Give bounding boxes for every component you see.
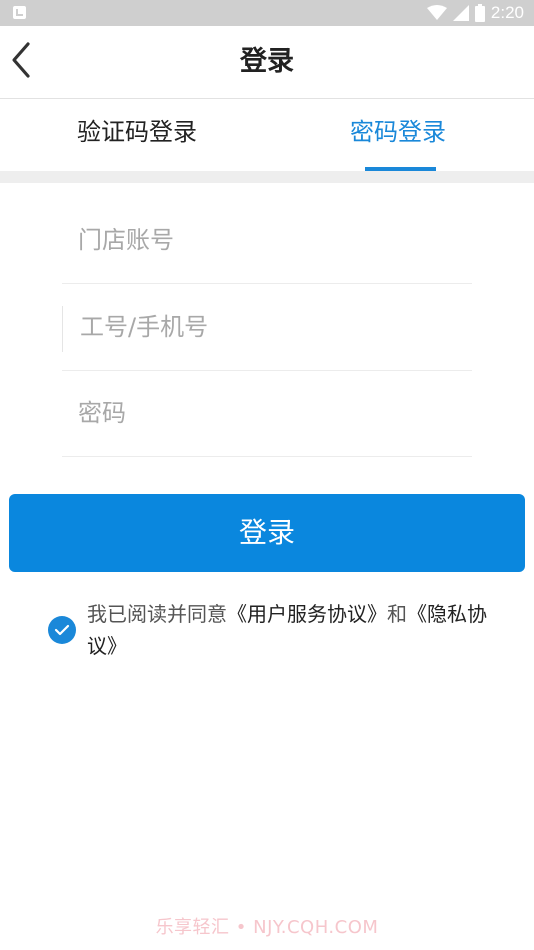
field-divider [62,306,63,352]
status-icons: 2:20 [426,0,524,26]
agreement-checkbox[interactable] [48,616,76,644]
battery-icon [474,4,485,22]
agreement-conjunction: 和 [387,602,407,626]
store-account-input[interactable] [78,197,458,283]
section-divider [0,171,534,183]
check-icon [54,624,70,636]
watermark: 乐享轻汇 • NJY.CQH.COM [155,917,379,938]
login-button[interactable]: 登录 [9,494,525,572]
tab-sms-code-login[interactable]: 验证码登录 [77,99,197,171]
status-bar: 2:20 [0,0,534,26]
user-agreement-link[interactable]: 《用户服务协议》 [227,602,387,626]
status-time: 2:20 [490,3,524,22]
employee-id-field [62,284,472,371]
agreement-prefix: 我已阅读并同意 [87,602,227,626]
signal-icon [452,5,469,21]
tab-password-login[interactable]: 密码登录 [350,99,446,171]
password-field [62,370,472,457]
password-input[interactable] [78,370,458,456]
notification-icon [13,6,26,19]
header: 登录 [0,26,534,99]
employee-id-input[interactable] [80,284,460,370]
agreement-text: 我已阅读并同意《用户服务协议》和《隐私协议》 [87,598,487,662]
wifi-icon [426,5,447,20]
page-title: 登录 [240,46,294,77]
login-tabs: 验证码登录 密码登录 [0,99,534,171]
store-account-field [62,197,472,284]
